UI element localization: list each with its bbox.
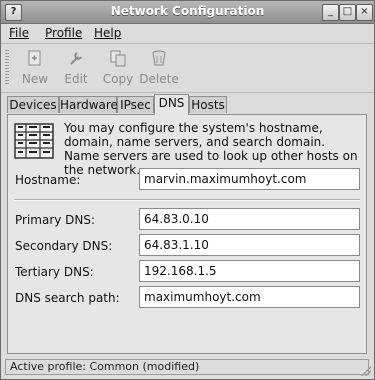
menu-file[interactable]: File xyxy=(9,26,29,40)
menu-bar: File Profile Help xyxy=(1,24,374,44)
tab-ipsec[interactable]: IPsec xyxy=(117,96,154,113)
trash-icon xyxy=(152,50,166,66)
secondary-dns-field[interactable] xyxy=(139,234,360,256)
toolbar-grip[interactable] xyxy=(5,50,9,84)
tab-devices[interactable]: Devices xyxy=(7,96,59,113)
tab-dns[interactable]: DNS xyxy=(154,94,189,115)
tab-hardware[interactable]: Hardware xyxy=(59,96,118,113)
delete-label: Delete xyxy=(139,72,179,86)
close-button[interactable]: × xyxy=(356,4,373,21)
dns-panel: You may configure the system's hostname,… xyxy=(7,114,367,354)
dns-search-path-label: DNS search path: xyxy=(15,291,120,305)
separator xyxy=(14,199,360,201)
menu-help[interactable]: Help xyxy=(94,26,121,40)
title-bar[interactable]: ? Network Configuration _ □ × xyxy=(1,1,374,24)
tertiary-dns-label: Tertiary DNS: xyxy=(15,265,94,279)
minimize-button[interactable]: _ xyxy=(322,4,339,21)
copy-label: Copy xyxy=(102,72,134,86)
new-icon xyxy=(28,50,41,66)
menu-file-label: File xyxy=(9,26,30,40)
edit-label: Edit xyxy=(64,72,88,86)
network-configuration-window: ? Network Configuration _ □ × File Profi… xyxy=(0,0,375,380)
dns-search-path-field[interactable] xyxy=(139,286,360,308)
edit-button[interactable]: Edit xyxy=(54,47,98,89)
menu-profile-label: Profile xyxy=(45,26,83,40)
status-bar: Active profile: Common (modified) xyxy=(5,359,369,375)
copy-button[interactable]: Copy xyxy=(96,47,140,89)
new-button[interactable]: New xyxy=(13,47,57,89)
tab-hosts[interactable]: Hosts xyxy=(189,96,227,113)
tab-strip: Devices Hardware IPsec DNS Hosts xyxy=(7,94,367,115)
primary-dns-field[interactable] xyxy=(139,208,360,230)
delete-button[interactable]: Delete xyxy=(137,47,181,89)
menu-profile[interactable]: Profile xyxy=(45,26,82,40)
settings-notebook: Devices Hardware IPsec DNS Hosts You may… xyxy=(7,94,367,354)
status-text: Active profile: Common (modified) xyxy=(10,360,200,373)
copy-icon xyxy=(110,50,126,67)
network-addresses-icon xyxy=(14,123,54,159)
hostname-label: Hostname: xyxy=(15,173,81,187)
primary-dns-label: Primary DNS: xyxy=(15,213,96,227)
maximize-button[interactable]: □ xyxy=(339,4,356,21)
tertiary-dns-field[interactable] xyxy=(139,260,360,282)
toolbar: New Edit Copy Delete xyxy=(1,44,374,93)
hostname-field[interactable] xyxy=(139,168,360,190)
window-title: Network Configuration xyxy=(110,4,265,18)
menu-help-label: Help xyxy=(94,26,122,40)
resize-grip[interactable] xyxy=(361,366,371,376)
secondary-dns-label: Secondary DNS: xyxy=(15,239,113,253)
new-label: New xyxy=(21,72,49,86)
wrench-icon xyxy=(70,52,82,65)
